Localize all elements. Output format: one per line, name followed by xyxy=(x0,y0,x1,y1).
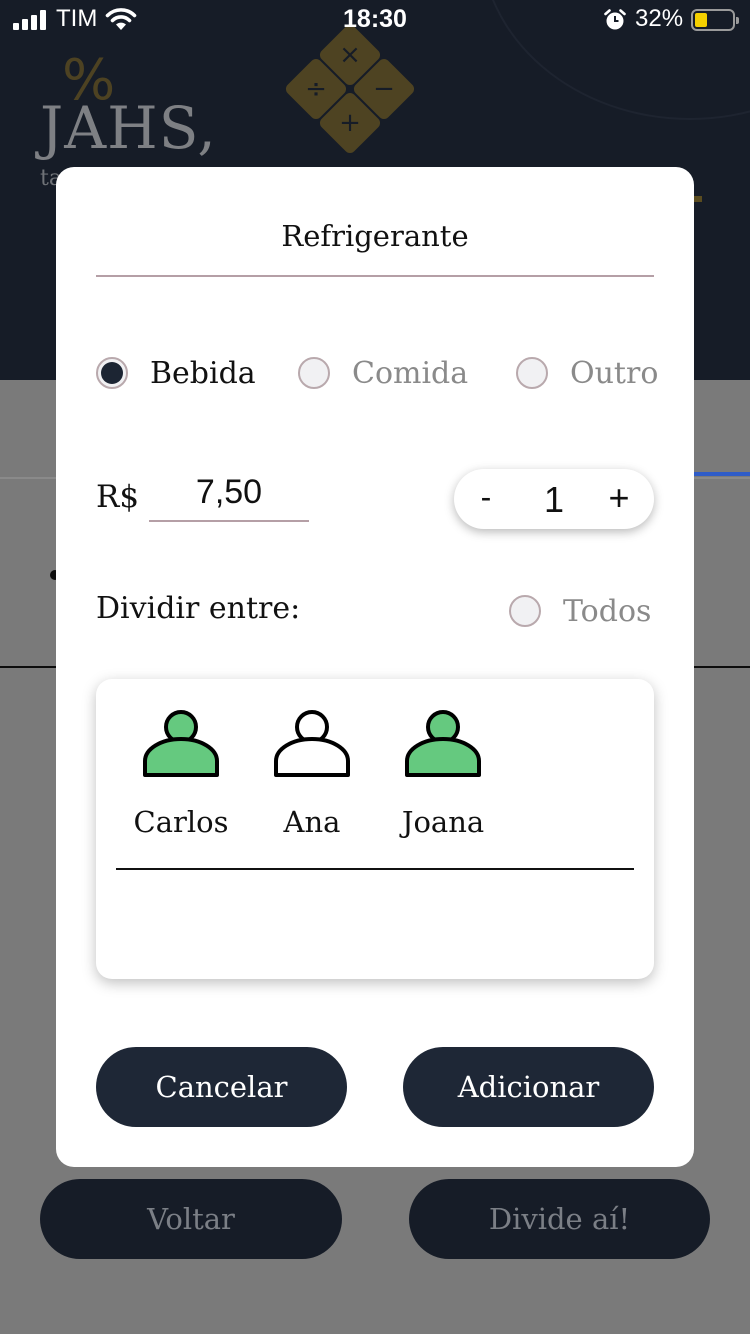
split-label: Dividir entre: xyxy=(96,591,301,626)
radio-button[interactable] xyxy=(96,357,128,389)
price-input[interactable]: 7,50 xyxy=(149,473,309,522)
person-joana[interactable]: Joana xyxy=(388,709,498,839)
person-name: Ana xyxy=(283,805,341,839)
decrement-button[interactable]: - xyxy=(476,479,496,516)
background-title: JAHS, xyxy=(40,94,217,162)
radio-label: Todos xyxy=(563,593,652,629)
person-icon xyxy=(405,710,481,777)
logo-plus-icon: + xyxy=(317,90,383,156)
person-ana[interactable]: Ana xyxy=(257,709,367,839)
radio-button[interactable] xyxy=(298,357,330,389)
background-tab-indicator xyxy=(694,472,750,476)
category-radio-bebida[interactable]: Bebida xyxy=(96,353,256,393)
person-carlos[interactable]: Carlos xyxy=(126,709,236,839)
item-name-input[interactable]: Refrigerante xyxy=(96,215,654,277)
add-item-modal: Refrigerante Bebida Comida Outro R$ 7,50… xyxy=(56,167,694,1167)
select-all-radio[interactable]: Todos xyxy=(509,591,651,631)
battery-icon xyxy=(691,9,739,31)
category-radio-comida[interactable]: Comida xyxy=(298,353,468,393)
increment-button[interactable]: + xyxy=(602,477,636,519)
category-radio-outro[interactable]: Outro xyxy=(516,353,658,393)
add-button[interactable]: Adicionar xyxy=(403,1047,654,1127)
person-name: Joana xyxy=(401,805,485,839)
radio-label: Bebida xyxy=(150,355,256,391)
status-bar: TIM 18:30 32% xyxy=(0,0,750,40)
radio-label: Outro xyxy=(570,355,659,391)
alarm-icon xyxy=(604,9,626,30)
radio-label: Comida xyxy=(352,355,469,391)
person-icon xyxy=(274,710,350,777)
people-divider xyxy=(116,868,634,870)
back-button: Voltar xyxy=(40,1179,342,1259)
person-name: Carlos xyxy=(133,805,229,839)
battery-level xyxy=(695,13,707,27)
radio-button[interactable] xyxy=(516,357,548,389)
person-icon xyxy=(143,710,219,777)
quantity-value: 1 xyxy=(543,479,565,520)
cancel-button[interactable]: Cancelar xyxy=(96,1047,347,1127)
radio-button[interactable] xyxy=(509,595,541,627)
quantity-stepper: - 1 + xyxy=(454,469,654,529)
divide-button: Divide aí! xyxy=(409,1179,710,1259)
calculator-logo: × ÷ − + xyxy=(283,22,417,162)
battery-percent: 32% xyxy=(635,5,684,32)
currency-label: R$ xyxy=(96,479,140,515)
people-card: Carlos Ana Joana xyxy=(96,679,654,979)
